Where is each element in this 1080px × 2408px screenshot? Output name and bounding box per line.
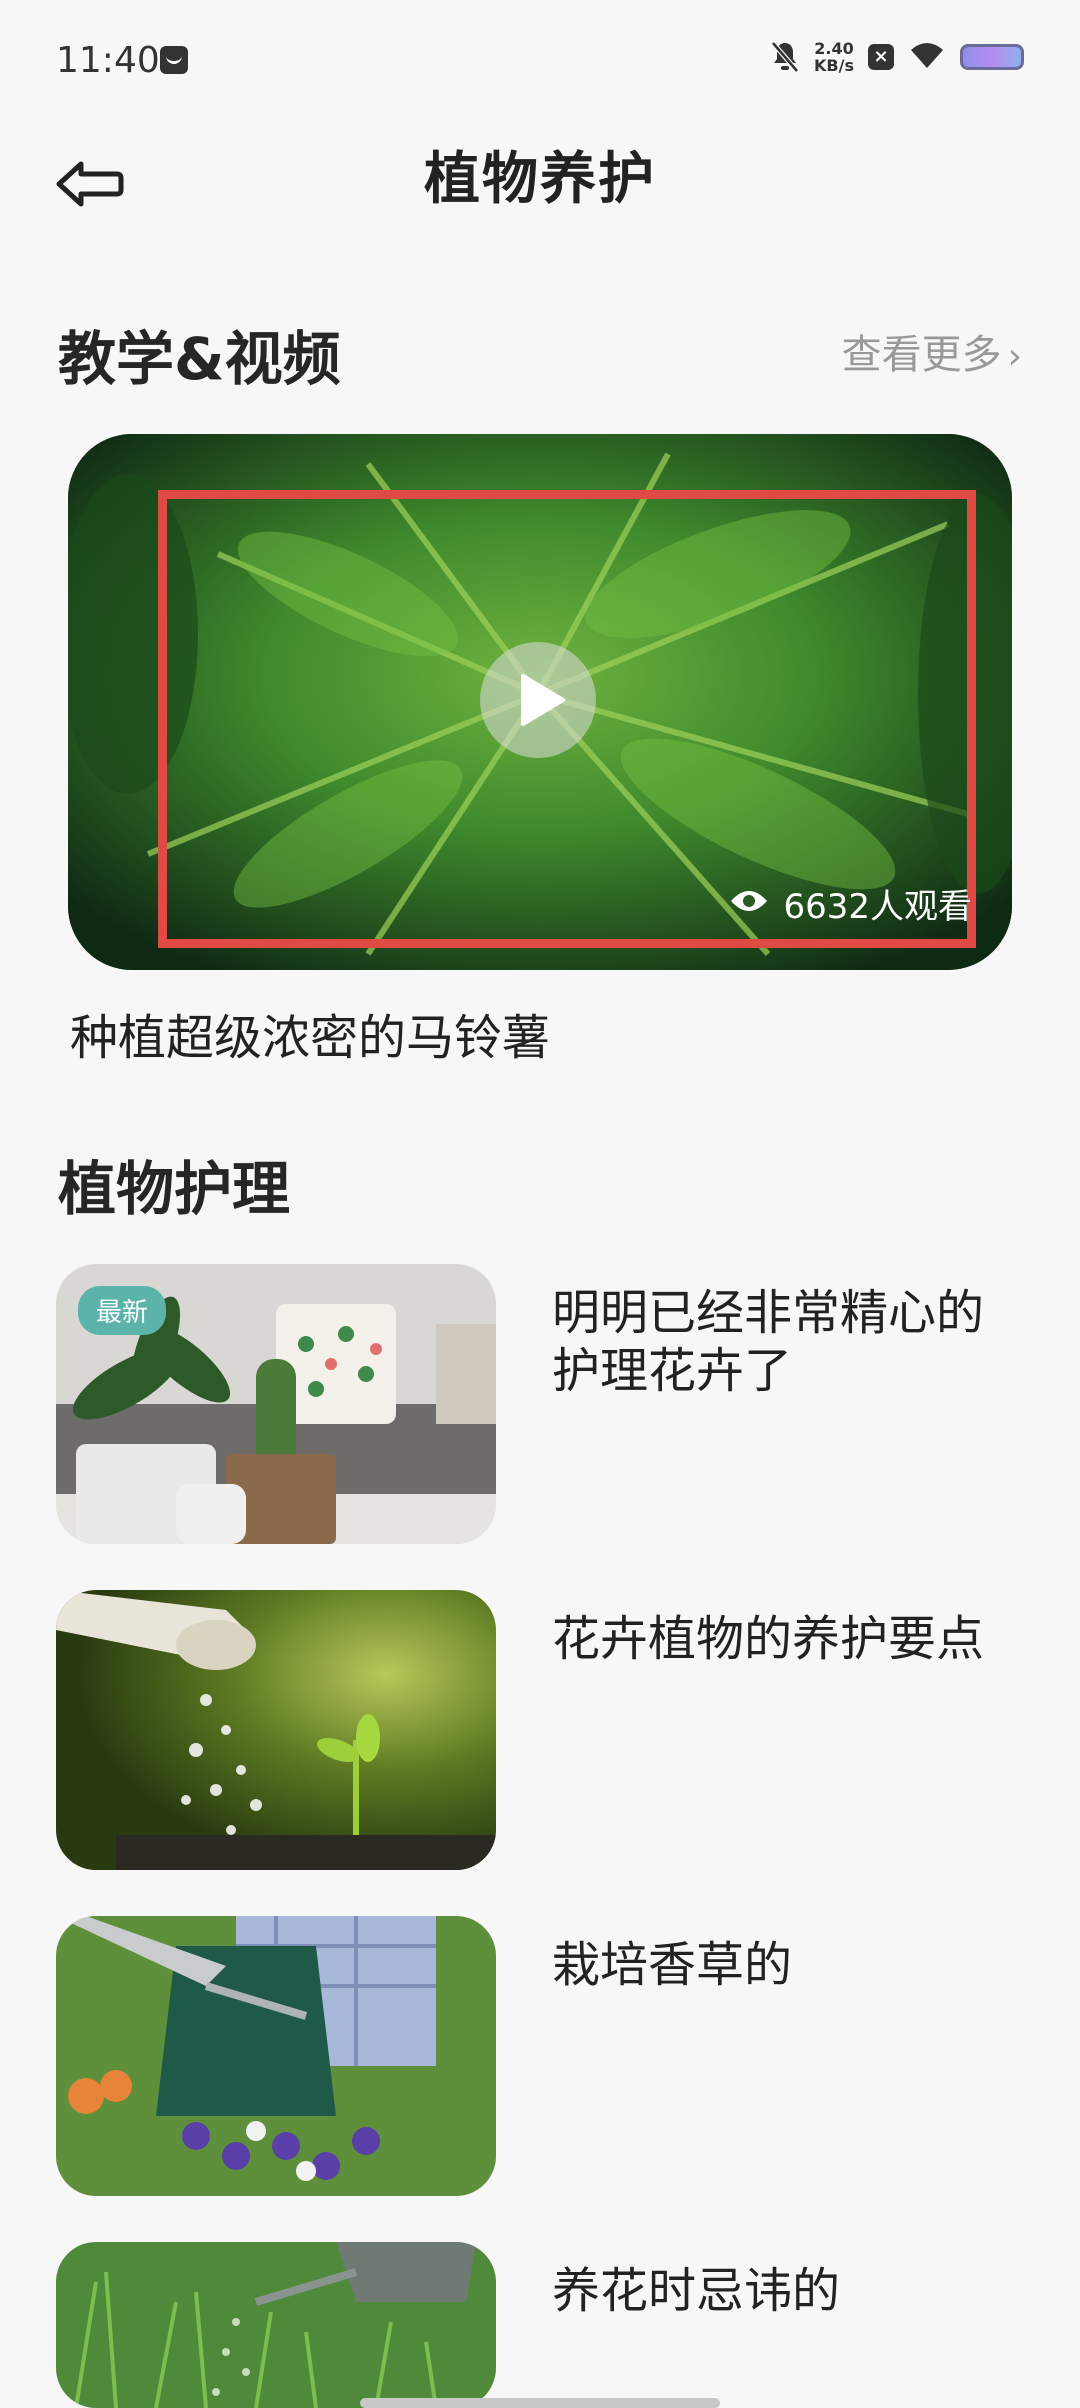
- video-card[interactable]: 6632人观看: [68, 434, 1012, 970]
- watering-grass-image: [56, 2242, 496, 2408]
- net-speed-value: 2.40: [814, 39, 854, 58]
- status-time: 11:40: [56, 40, 160, 81]
- wifi-icon: [908, 40, 946, 74]
- care-item-thumbnail[interactable]: [56, 1916, 496, 2196]
- care-section-title: 植物护理: [58, 1155, 291, 1223]
- play-icon: [521, 674, 565, 726]
- view-count-text: 6632人观看: [783, 887, 972, 927]
- gardener-watering-flowers-image: [56, 1916, 496, 2196]
- care-item-thumbnail[interactable]: [56, 1590, 496, 1870]
- video-caption[interactable]: 种植超级浓密的马铃薯: [70, 998, 550, 1068]
- care-item-title[interactable]: 栽培香草的: [552, 1936, 1012, 1994]
- view-count: 6632人观看: [729, 879, 972, 928]
- close-badge-icon: ×: [868, 44, 894, 70]
- care-item-title[interactable]: 花卉植物的养护要点: [552, 1610, 1012, 1668]
- status-bar: 11:40 2.40 KB/s ×: [0, 0, 1080, 124]
- message-icon: [160, 46, 188, 74]
- care-item-title[interactable]: 养花时忌讳的: [552, 2262, 1012, 2320]
- play-button[interactable]: [480, 642, 596, 758]
- care-item-thumbnail[interactable]: 最新: [56, 1264, 496, 1544]
- video-section-title: 教学&视频: [58, 325, 341, 393]
- battery-icon: [960, 44, 1024, 70]
- home-indicator[interactable]: [360, 2398, 720, 2408]
- new-badge: 最新: [78, 1286, 167, 1335]
- page-title: 植物养护: [424, 147, 656, 212]
- see-more-label: 查看更多: [841, 332, 1002, 378]
- care-item-title[interactable]: 明明已经非常精心的护理花卉了: [552, 1284, 1012, 1400]
- chevron-right-icon: ›: [1007, 336, 1022, 377]
- eye-icon: [729, 884, 769, 924]
- watering-sprout-image: [56, 1590, 496, 1870]
- status-icons: 2.40 KB/s ×: [770, 40, 1024, 74]
- see-more-link[interactable]: 查看更多 ›: [842, 322, 1022, 380]
- header: 植物养护: [0, 124, 1080, 274]
- bell-off-icon: [770, 40, 800, 74]
- net-speed: 2.40 KB/s: [814, 40, 854, 74]
- net-speed-unit: KB/s: [814, 56, 854, 75]
- care-item-thumbnail[interactable]: [56, 2242, 496, 2408]
